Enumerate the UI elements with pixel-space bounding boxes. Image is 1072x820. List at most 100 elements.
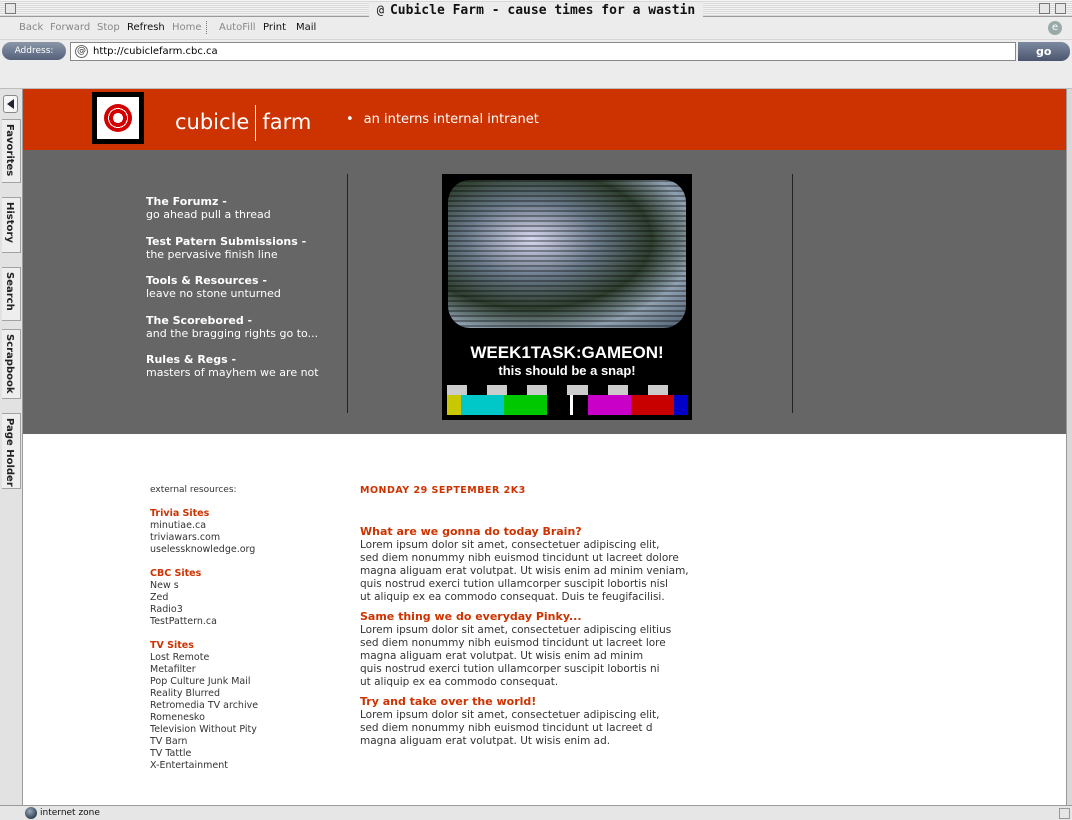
divider	[792, 174, 793, 413]
page-icon: @	[75, 45, 88, 58]
promo-banner[interactable]: WEEK1TASK:GAMEON! this should be a snap!	[442, 174, 692, 420]
favorites-bar	[0, 62, 1072, 89]
post-body-line: ut aliquip ex ea commodo consequat.	[360, 676, 559, 688]
external-link[interactable]: Radio3	[150, 604, 340, 616]
post-date: MONDAY 29 SEPTEMBER 2K3	[360, 485, 526, 496]
at-icon: @	[376, 3, 384, 17]
post-body-line: sed diem nonummy nibh euismod tincidunt …	[360, 722, 653, 734]
tab-scrapbook[interactable]: Scrapbook	[2, 329, 21, 399]
link-section-heading: Trivia Sites	[150, 508, 210, 519]
external-link[interactable]: Television Without Pity	[150, 724, 340, 736]
home-button[interactable]: Home	[172, 22, 202, 33]
tab-history[interactable]: History	[2, 197, 21, 253]
nav-item-rules[interactable]: Rules & Regs - masters of mayhem we are n…	[146, 353, 319, 393]
explorer-sidebar: Favorites History Search Scrapbook Page …	[0, 89, 23, 805]
promo-headline: WEEK1TASK:GAMEON!	[470, 343, 664, 362]
stop-button[interactable]: Stop	[97, 22, 120, 33]
post-body-line: Lorem ipsum dolor sit amet, consectetuer…	[360, 624, 672, 636]
nav-band: The Forumz - go ahead pull a thread Test …	[23, 150, 1066, 434]
post-body-line: magna aliguam erat volutpat. Ut wisis en…	[360, 735, 611, 747]
post-heading[interactable]: Same thing we do everyday Pinky...	[360, 610, 740, 624]
post-heading[interactable]: Try and take over the world!	[360, 695, 740, 709]
divider	[347, 174, 348, 413]
external-link[interactable]: TV Tattle	[150, 748, 340, 760]
link-section-heading: CBC Sites	[150, 568, 202, 579]
zoom-box[interactable]	[1039, 3, 1050, 14]
external-link[interactable]: Lost Remote	[150, 652, 340, 664]
bullet-icon: •	[346, 112, 354, 127]
external-link[interactable]: minutiae.ca	[150, 520, 340, 532]
tab-search[interactable]: Search	[2, 267, 21, 321]
resize-grip-icon[interactable]	[1059, 808, 1070, 819]
nav-item-scorebored[interactable]: The Scorebored - and the bragging rights …	[146, 314, 319, 354]
refresh-button[interactable]: Refresh	[127, 22, 165, 33]
link-section: TV Sites Lost Remote Metafilter Pop Culture…	[150, 640, 340, 772]
main-nav: The Forumz - go ahead pull a thread Test …	[146, 195, 319, 393]
toolbar-separator	[206, 21, 208, 34]
tab-label: Favorites	[4, 124, 15, 177]
post: Same thing we do everyday Pinky... Lorem …	[360, 610, 740, 689]
post-body-line: magna aliguam erat volutpat. Ut wisis en…	[360, 565, 689, 577]
post: Try and take over the world! Lorem ipsum …	[360, 695, 740, 748]
site-tagline: • an interns internal intranet	[346, 112, 539, 127]
post-body-line: magna aliguam erat volutpat. Ut wisis en…	[360, 650, 644, 662]
sidebar-toggle-icon[interactable]	[3, 95, 18, 113]
go-label: go	[1036, 45, 1052, 58]
external-resources-label: external resources:	[150, 485, 237, 495]
link-section: Trivia Sites minutiae.ca triviawars.com use…	[150, 508, 340, 556]
nav-item-test-patern[interactable]: Test Patern Submissions - the pervasive f…	[146, 235, 319, 275]
brand-divider	[255, 105, 257, 141]
collapse-box[interactable]	[1055, 3, 1066, 14]
test-pattern-ticks	[447, 385, 688, 395]
web-content: cubicle farm • an interns internal intrane…	[23, 89, 1066, 805]
autofill-button[interactable]: AutoFill	[219, 22, 256, 33]
nav-item-forumz[interactable]: The Forumz - go ahead pull a thread	[146, 195, 319, 235]
post-body-line: sed diem nonummy nibh euismod tincidunt …	[360, 637, 666, 649]
post-body-line: quis nostrud exerci tution ullamcorper s…	[360, 578, 668, 590]
mail-button[interactable]: Mail	[296, 22, 316, 33]
tab-label: Scrapbook	[4, 334, 15, 394]
post-body-line: Lorem ipsum dolor sit amet, consectetuer…	[360, 709, 660, 721]
address-url: http://cubiclefarm.cbc.ca	[93, 46, 218, 57]
external-links: Trivia Sites minutiae.ca triviawars.com use…	[150, 508, 340, 784]
external-link[interactable]: Zed	[150, 592, 340, 604]
post-body-line: sed diem nonummy nibh euismod tincidunt …	[360, 552, 679, 564]
external-link[interactable]: Metafilter	[150, 664, 340, 676]
external-link[interactable]: TestPattern.ca	[150, 616, 340, 628]
external-link[interactable]: triviawars.com	[150, 532, 340, 544]
external-link[interactable]: Pop Culture Junk Mail	[150, 676, 340, 688]
cbc-logo-icon[interactable]	[92, 92, 144, 144]
brand-right: farm	[262, 110, 312, 134]
post-heading[interactable]: What are we gonna do today Brain?	[360, 525, 740, 539]
promo-subline: this should be a snap!	[498, 363, 636, 378]
forward-button[interactable]: Forward	[50, 22, 90, 33]
window-title: @ Cubicle Farm - cause times for a wastin	[368, 2, 704, 19]
explorer-logo-icon: e	[1048, 21, 1062, 35]
tab-label: Page Holder	[4, 418, 15, 487]
external-link[interactable]: New s	[150, 580, 340, 592]
tab-label: History	[4, 202, 15, 243]
link-section-heading: TV Sites	[150, 640, 194, 651]
site-brand[interactable]: cubicle farm	[175, 105, 311, 141]
zone-text: internet zone	[40, 808, 100, 818]
back-button[interactable]: Back	[19, 22, 43, 33]
tab-page-holder[interactable]: Page Holder	[2, 413, 21, 489]
post-body-line: ut aliquip ex ea commodo consequat. Duis…	[360, 591, 665, 603]
go-button[interactable]: go	[1018, 42, 1070, 61]
nav-item-tools[interactable]: Tools & Resources - leave no stone unturn…	[146, 274, 319, 314]
external-link[interactable]: X-Entertainment	[150, 760, 340, 772]
post-body-line: Lorem ipsum dolor sit amet, consectetuer…	[360, 539, 660, 551]
external-link[interactable]: uselessknowledge.org	[150, 544, 340, 556]
address-input[interactable]: @ http://cubiclefarm.cbc.ca	[70, 42, 1016, 61]
tab-favorites[interactable]: Favorites	[2, 119, 21, 183]
external-link[interactable]: Retromedia TV archive	[150, 700, 340, 712]
external-link[interactable]: TV Barn	[150, 736, 340, 748]
external-link[interactable]: Reality Blurred	[150, 688, 340, 700]
link-section: CBC Sites New s Zed Radio3 TestPattern.ca	[150, 568, 340, 628]
post: What are we gonna do today Brain? Lorem i…	[360, 525, 740, 604]
posts: What are we gonna do today Brain? Lorem i…	[360, 525, 740, 754]
address-label: Address:	[2, 42, 66, 60]
print-button[interactable]: Print	[263, 22, 286, 33]
external-link[interactable]: Romenesko	[150, 712, 340, 724]
site-header: cubicle farm • an interns internal intrane…	[23, 89, 1066, 150]
